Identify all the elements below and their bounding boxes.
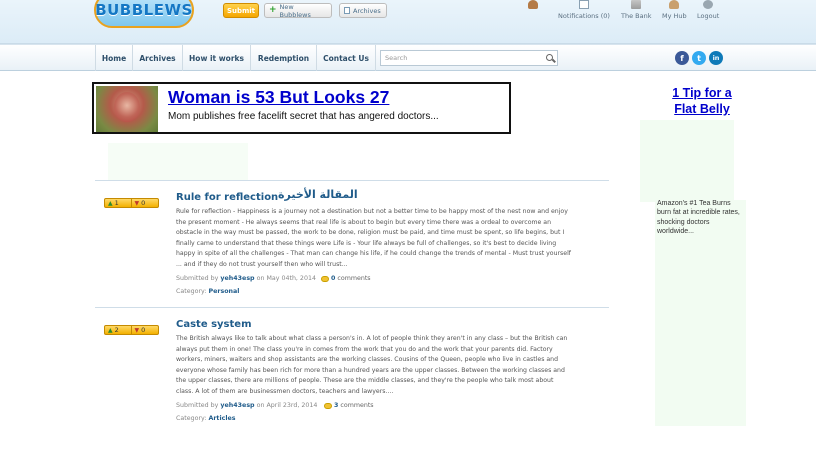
post-divider <box>95 307 609 308</box>
user-icon[interactable] <box>528 0 538 9</box>
nav-contact-us[interactable]: Contact Us <box>317 45 376 71</box>
sidebar-ad-background <box>640 120 734 202</box>
comment-icon <box>321 275 329 282</box>
post-body: The British always like to talk about wh… <box>176 335 568 395</box>
sidebar-ad-title[interactable]: 1 Tip for a Flat Belly <box>660 86 744 117</box>
document-icon <box>344 7 350 14</box>
ad-title[interactable]: Woman is 53 But Looks 27 <box>168 87 389 108</box>
post-title[interactable]: Caste system <box>176 319 252 330</box>
nav-home[interactable]: Home <box>95 45 133 71</box>
new-bubblews-button[interactable]: + New Bubblews <box>264 3 332 19</box>
post-divider <box>95 180 609 181</box>
post-title-arabic[interactable]: المقالة الأخيرة <box>278 188 358 201</box>
envelope-icon <box>578 0 589 9</box>
bank-link[interactable]: The Bank <box>621 0 651 22</box>
plus-icon: + <box>269 5 277 15</box>
vote-widget: ▲ 1 ▼ 0 <box>104 198 159 208</box>
vote-widget: ▲ 2 ▼ 0 <box>104 325 159 335</box>
post-category: Category: Personal <box>176 288 240 295</box>
author-link[interactable]: yeh43esp <box>220 275 254 282</box>
category-link[interactable]: Articles <box>208 415 235 422</box>
author-link[interactable]: yeh43esp <box>220 402 254 409</box>
submit-button[interactable]: Submit <box>223 3 259 18</box>
ad-banner[interactable]: Woman is 53 But Looks 27 Mom publishes f… <box>92 82 511 134</box>
comments-link[interactable]: 3 comments <box>324 402 374 409</box>
nav-how-it-works[interactable]: How it works <box>183 45 251 71</box>
twitter-icon[interactable]: t <box>692 51 706 65</box>
post-title[interactable]: Rule for reflection <box>176 192 278 203</box>
ad-placeholder <box>108 143 248 181</box>
arrow-down-icon: ▼ <box>134 199 140 207</box>
ad-photo[interactable] <box>96 86 158 132</box>
arrow-up-icon: ▲ <box>108 199 113 207</box>
main-nav: Home Archives How it works Redemption Co… <box>0 44 816 71</box>
sidebar-ad-text: Amazon's #1 Tea Burns burn fat at incred… <box>657 200 740 236</box>
upvote-button[interactable]: ▲ 2 <box>105 326 132 334</box>
nav-redemption[interactable]: Redemption <box>251 45 317 71</box>
post-category: Category: Articles <box>176 415 236 422</box>
arrow-down-icon: ▼ <box>134 326 140 334</box>
facebook-icon[interactable]: f <box>675 51 689 65</box>
post-meta: Submitted by yeh43esp on May 04th, 2014 <box>176 275 316 282</box>
logout-link[interactable]: Logout <box>697 0 719 22</box>
nav-archives[interactable]: Archives <box>133 45 183 71</box>
search-input[interactable]: Search <box>380 50 558 66</box>
ad-subtitle: Mom publishes free facelift secret that … <box>168 111 439 122</box>
post-meta: Submitted by yeh43esp on April 23rd, 201… <box>176 402 318 409</box>
notifications-link[interactable]: Notifications (0) <box>558 0 610 22</box>
comments-link[interactable]: 0 comments <box>321 275 371 282</box>
downvote-button[interactable]: ▼ 0 <box>132 326 159 334</box>
bank-icon <box>631 0 642 9</box>
bubblews-logo[interactable]: BUBBLEWS <box>94 0 194 28</box>
hub-icon <box>669 0 680 9</box>
comment-icon <box>324 402 332 409</box>
upvote-button[interactable]: ▲ 1 <box>105 199 132 207</box>
linkedin-icon[interactable]: in <box>709 51 723 65</box>
search-icon[interactable] <box>546 54 553 61</box>
downvote-button[interactable]: ▼ 0 <box>132 199 159 207</box>
logout-icon <box>703 0 714 9</box>
top-header: BUBBLEWS Submit + New Bubblews Archives … <box>0 0 816 44</box>
category-link[interactable]: Personal <box>208 288 239 295</box>
arrow-up-icon: ▲ <box>108 326 113 334</box>
my-hub-link[interactable]: My Hub <box>662 0 687 22</box>
archives-button[interactable]: Archives <box>339 3 387 18</box>
post-body: Rule for reflection - Happiness is a jou… <box>176 208 571 268</box>
